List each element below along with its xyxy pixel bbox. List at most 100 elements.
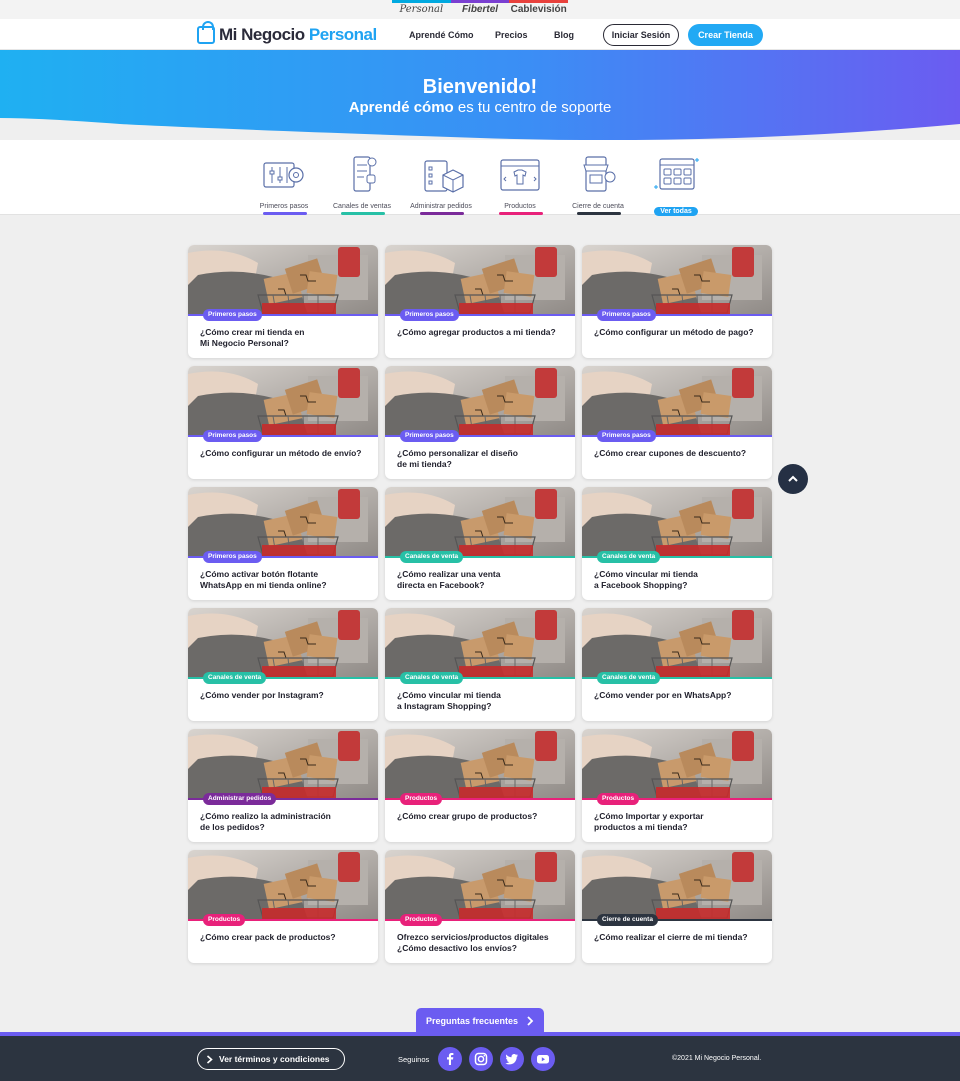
category-tag: Primeros pasos xyxy=(203,551,262,563)
article-title: ¿Cómo crear mi tienda en Mi Negocio Pers… xyxy=(200,327,305,348)
instagram-icon[interactable] xyxy=(469,1047,493,1071)
shopping-cart-photo xyxy=(582,366,772,436)
article-card[interactable]: Canales de venta ¿Cómo vincular mi tienda… xyxy=(385,608,575,721)
category-canales-ventas[interactable]: Canales de ventas xyxy=(326,155,398,215)
article-image xyxy=(188,245,378,315)
article-card[interactable]: Primeros pasos ¿Cómo crear cupones de des… xyxy=(582,366,772,479)
shopping-bag-icon xyxy=(197,21,215,44)
category-underline xyxy=(499,212,543,215)
grid-all-icon xyxy=(654,158,699,190)
category-underline xyxy=(577,212,621,215)
category-strip: Primeros pasos Canales de ventas Adminis… xyxy=(0,140,960,218)
chevron-up-icon xyxy=(788,475,798,482)
category-tag: Primeros pasos xyxy=(203,430,262,442)
article-image xyxy=(188,608,378,678)
article-card[interactable]: Primeros pasos ¿Cómo configurar un método… xyxy=(582,245,772,358)
category-label: Ver todas xyxy=(654,207,698,216)
shopping-cart-photo xyxy=(188,487,378,557)
category-administrar-pedidos[interactable]: Administrar pedidos xyxy=(405,155,477,215)
terms-button[interactable]: Ver términos y condiciones xyxy=(197,1048,345,1070)
twitter-icon[interactable] xyxy=(500,1047,524,1071)
brand-bar: Personal Fibertel Cablevisión xyxy=(0,0,960,19)
brand-fibertel-link[interactable]: Fibertel xyxy=(450,0,510,19)
category-ver-todas[interactable]: Ver todas xyxy=(640,155,712,218)
chevron-right-icon xyxy=(206,1054,213,1064)
shopping-cart-photo xyxy=(385,608,575,678)
shopping-cart-photo xyxy=(188,608,378,678)
chevron-right-icon xyxy=(527,1015,534,1026)
create-store-button[interactable]: Crear Tienda xyxy=(688,24,763,46)
faq-label: Preguntas frecuentes xyxy=(425,1015,519,1026)
article-card[interactable]: Canales de venta ¿Cómo realizar una venta… xyxy=(385,487,575,600)
shopping-cart-photo xyxy=(385,245,575,315)
article-title: ¿Cómo realizo la administración de los p… xyxy=(200,811,331,832)
nav-precios[interactable]: Precios xyxy=(495,30,528,40)
article-card[interactable]: Administrar pedidos ¿Cómo realizo la admi… xyxy=(188,729,378,842)
scroll-to-top-button[interactable] xyxy=(778,464,808,494)
article-title: ¿Cómo crear cupones de descuento? xyxy=(594,448,747,458)
article-card[interactable]: Productos ¿Cómo crear grupo de productos? xyxy=(385,729,575,842)
login-button[interactable]: Iniciar Sesión xyxy=(603,24,679,46)
category-tag: Productos xyxy=(400,793,443,805)
article-image xyxy=(582,850,772,920)
site-logo[interactable]: Mi Negocio Personal xyxy=(197,21,377,48)
article-card[interactable]: Canales de venta ¿Cómo vender por en What… xyxy=(582,608,772,721)
article-card[interactable]: Primeros pasos ¿Cómo personalizar el dise… xyxy=(385,366,575,479)
category-tag: Canales de venta xyxy=(203,672,267,684)
category-cierre-cuenta[interactable]: Cierre de cuenta xyxy=(562,155,634,215)
article-title: ¿Cómo configurar un método de envío? xyxy=(200,448,362,458)
category-primeros-pasos[interactable]: Primeros pasos xyxy=(248,155,320,215)
youtube-icon[interactable] xyxy=(531,1047,555,1071)
article-card[interactable]: Productos ¿Cómo Importar y exportar produ… xyxy=(582,729,772,842)
logo-wordmark: Mi Negocio Personal xyxy=(219,25,377,44)
shopping-cart-photo xyxy=(582,245,772,315)
shopping-cart-photo xyxy=(582,729,772,799)
shopping-cart-photo xyxy=(188,366,378,436)
article-image xyxy=(188,729,378,799)
category-tag: Primeros pasos xyxy=(400,309,459,321)
site-header: Mi Negocio Personal Aprendé Cómo Precios… xyxy=(0,19,960,50)
category-tag: Cierre de cuenta xyxy=(597,914,658,926)
hero-title: Bienvenido! xyxy=(422,76,538,98)
shopping-cart-photo xyxy=(385,366,575,436)
shopping-cart-photo xyxy=(385,729,575,799)
category-tag: Administrar pedidos xyxy=(203,793,277,805)
category-label: Primeros pasos xyxy=(259,203,309,210)
category-tag: Primeros pasos xyxy=(597,309,656,321)
article-card[interactable]: Cierre de cuenta ¿Cómo realizar el cierre… xyxy=(582,850,772,963)
article-card[interactable]: Productos ¿Cómo crear pack de productos? xyxy=(188,850,378,963)
nav-aprende-como[interactable]: Aprendé Cómo xyxy=(409,30,474,40)
article-title: ¿Cómo vender por en WhatsApp? xyxy=(594,690,732,700)
copyright-text: ©2021 Mi Negocio Personal. xyxy=(672,1055,762,1062)
terms-label: Ver términos y condiciones xyxy=(219,1054,330,1064)
brand-personal-link[interactable]: Personal xyxy=(392,0,451,19)
article-image xyxy=(385,850,575,920)
orders-box-icon xyxy=(424,160,464,193)
brand-links: Personal Fibertel Cablevisión xyxy=(392,0,568,19)
shopping-cart-photo xyxy=(582,487,772,557)
faq-button[interactable]: Preguntas frecuentes xyxy=(416,1008,544,1033)
article-image xyxy=(582,366,772,436)
facebook-icon[interactable] xyxy=(438,1047,462,1071)
article-image xyxy=(582,608,772,678)
article-image xyxy=(385,487,575,557)
article-card[interactable]: Productos Ofrezco servicios/productos dig… xyxy=(385,850,575,963)
article-card[interactable]: Canales de venta ¿Cómo vincular mi tienda… xyxy=(582,487,772,600)
category-tag: Canales de venta xyxy=(400,551,464,563)
article-card[interactable]: Primeros pasos ¿Cómo configurar un método… xyxy=(188,366,378,479)
shopping-cart-photo xyxy=(188,729,378,799)
article-title: ¿Cómo vincular mi tienda a Facebook Shop… xyxy=(594,569,698,590)
brand-cablevision-link[interactable]: Cablevisión xyxy=(509,0,568,19)
nav-blog[interactable]: Blog xyxy=(554,30,574,40)
article-card[interactable]: Primeros pasos ¿Cómo activar botón flotan… xyxy=(188,487,378,600)
shopping-cart-photo xyxy=(188,245,378,315)
article-card[interactable]: Canales de venta ¿Cómo vender por Instagr… xyxy=(188,608,378,721)
article-title: ¿Cómo crear grupo de productos? xyxy=(397,811,538,821)
sliders-gear-icon xyxy=(263,162,304,188)
category-productos[interactable]: Productos xyxy=(484,155,556,215)
article-card[interactable]: Primeros pasos ¿Cómo crear mi tienda en M… xyxy=(188,245,378,358)
article-card[interactable]: Primeros pasos ¿Cómo agregar productos a … xyxy=(385,245,575,358)
article-image xyxy=(385,366,575,436)
article-title: ¿Cómo realizar el cierre de mi tienda? xyxy=(594,932,748,942)
category-tag: Primeros pasos xyxy=(597,430,656,442)
